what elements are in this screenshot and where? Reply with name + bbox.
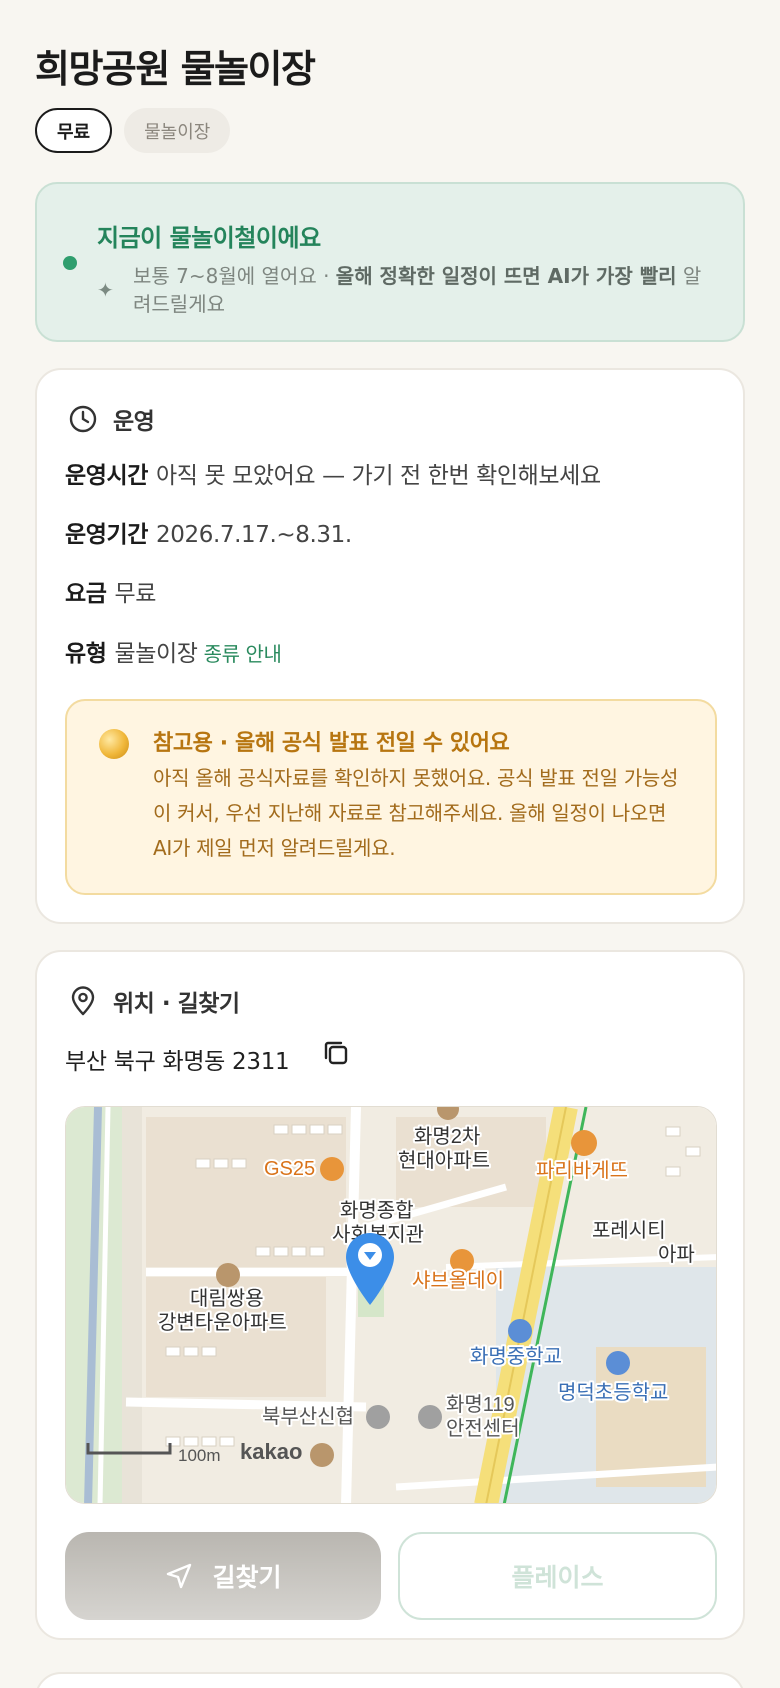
location-card: 위치 · 길찾기 부산 북구 화명동 2311 화명2차 현대아파트 GS25 … xyxy=(35,950,745,1640)
period-value: 2026.7.17.~8.31. xyxy=(156,522,352,548)
map-label-gs25: GS25 xyxy=(264,1158,315,1180)
map-label-bank: 북부산신협 xyxy=(262,1405,354,1428)
operation-card: 운영 운영시간 아직 못 모았어요 — 가기 전 한번 확인해보세요 운영기간 20… xyxy=(35,368,745,924)
type-value: 물놀이장 xyxy=(114,641,198,667)
map-canvas[interactable]: 화명2차 현대아파트 GS25 파리바게뜨 화명종합 사회복지관 포레시티 아파… xyxy=(66,1107,717,1504)
season-banner: 지금이 물놀이철이에요 ✦ 보통 7~8월에 열어요 · 올해 정확한 일정이 … xyxy=(35,182,745,342)
reference-notice-title: 참고용 · 올해 공식 발표 전일 수 있어요 xyxy=(153,731,510,756)
address-text: 부산 북구 화명동 2311 xyxy=(65,1049,290,1075)
hours-value: 아직 못 모았어요 — 가기 전 한번 확인해보세요 xyxy=(156,463,601,489)
map-label-daelim2: 강변타운아파트 xyxy=(158,1311,287,1334)
map-label-daelim1: 대림쌍용 xyxy=(190,1287,264,1310)
coin-icon xyxy=(99,729,129,759)
price-chip[interactable]: 무료 xyxy=(35,108,113,153)
location-header: 위치 · 길찾기 xyxy=(67,984,240,1018)
season-note-bold: 올해 정확한 일정이 뜨면 AI가 가장 빨리 xyxy=(335,264,677,288)
season-note: 보통 7~8월에 열어요 · 올해 정확한 일정이 뜨면 AI가 가장 빨리 알… xyxy=(133,262,713,318)
tag-chips: 무료 물놀이장 xyxy=(35,108,231,153)
copy-icon[interactable] xyxy=(321,1038,351,1068)
type-guide-link[interactable]: 종류 안내 xyxy=(204,642,282,666)
directions-label: 길찾기 xyxy=(212,1563,282,1592)
map-label-paris: 파리바게뜨 xyxy=(536,1159,628,1182)
directions-button[interactable]: 길찾기 xyxy=(65,1532,381,1620)
type-row: 유형 물놀이장 종류 안내 xyxy=(65,634,282,668)
place-button[interactable]: 플레이스 xyxy=(398,1532,717,1620)
sparkle-icon: ✦ xyxy=(97,278,114,302)
hours-row: 운영시간 아직 못 모았어요 — 가기 전 한번 확인해보세요 xyxy=(65,456,601,490)
reference-notice: 참고용 · 올해 공식 발표 전일 수 있어요 아직 올해 공식자료를 확인하지… xyxy=(65,699,717,895)
map-view[interactable]: 화명2차 현대아파트 GS25 파리바게뜨 화명종합 사회복지관 포레시티 아파… xyxy=(65,1106,717,1504)
season-headline: 지금이 물놀이철이에요 xyxy=(97,224,321,252)
navigation-arrow-icon xyxy=(167,1563,192,1589)
map-label-forest1: 포레시티 xyxy=(592,1219,666,1242)
location-title: 위치 · 길찾기 xyxy=(113,991,240,1017)
map-label-apt2: 화명2차 xyxy=(414,1125,480,1148)
operation-title: 운영 xyxy=(113,409,155,435)
period-label: 운영기간 xyxy=(65,522,149,548)
fee-row: 요금 무료 xyxy=(65,574,156,608)
reference-notice-body: 아직 올해 공식자료를 확인하지 못했어요. 공식 발표 전일 가능성이 커서,… xyxy=(153,766,679,860)
fee-value: 무료 xyxy=(114,581,157,607)
season-status-dot xyxy=(63,256,77,270)
clock-icon xyxy=(69,405,97,433)
fee-label: 요금 xyxy=(65,581,107,607)
map-scale: 100m xyxy=(178,1446,221,1465)
map-pin-icon xyxy=(71,986,95,1016)
map-label-middle: 화명중학교 xyxy=(470,1345,562,1368)
page-title: 희망공원 물놀이장 xyxy=(35,47,316,91)
period-row: 운영기간 2026.7.17.~8.31. xyxy=(65,515,352,549)
map-label-safety2: 안전센터 xyxy=(446,1417,520,1440)
map-brand: kakao xyxy=(240,1439,302,1464)
hours-label: 운영시간 xyxy=(65,463,149,489)
map-label-apt2b: 현대아파트 xyxy=(398,1149,490,1172)
next-card xyxy=(35,1672,745,1688)
map-label-forest2: 아파 xyxy=(658,1243,695,1266)
season-note-plain: 보통 7~8월에 열어요 · xyxy=(133,264,336,288)
operation-header: 운영 xyxy=(67,402,155,436)
map-label-elem: 명덕초등학교 xyxy=(558,1381,668,1404)
map-label-welfare1: 화명종합 xyxy=(340,1199,414,1222)
type-label: 유형 xyxy=(65,641,107,667)
map-label-safety1: 화명119 xyxy=(446,1393,515,1416)
map-label-shabu: 샤브올데이 xyxy=(412,1269,504,1292)
type-chip[interactable]: 물놀이장 xyxy=(124,108,231,153)
